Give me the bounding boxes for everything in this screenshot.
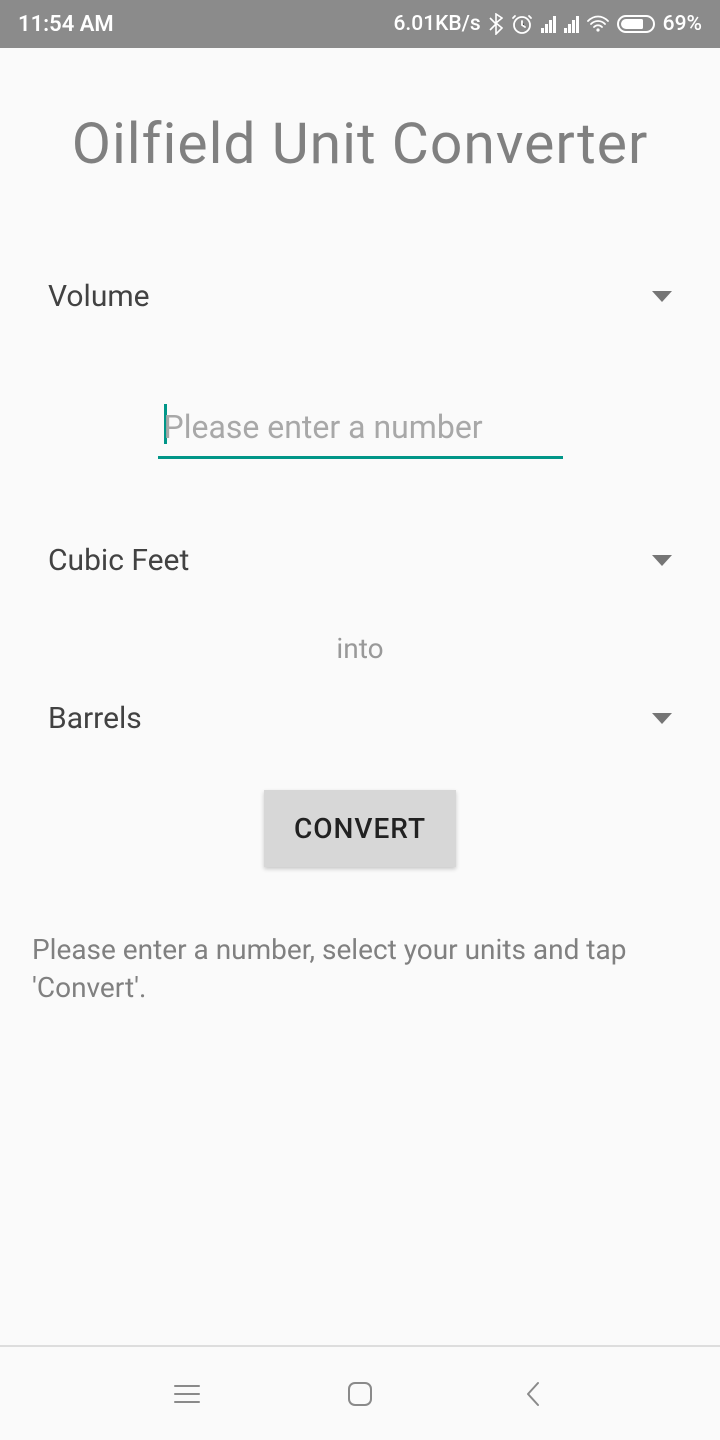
status-bar: 11:54 AM 6.01KB/s 69%: [0, 0, 720, 48]
category-dropdown-value: Volume: [48, 279, 150, 314]
chevron-down-icon: [652, 555, 672, 566]
bluetooth-icon: [489, 13, 503, 35]
page-title: Oilfield Unit Converter: [48, 110, 672, 177]
category-dropdown[interactable]: Volume: [48, 273, 672, 320]
main-content: Oilfield Unit Converter Volume Cubic Fee…: [0, 110, 720, 1007]
chevron-down-icon: [652, 291, 672, 302]
alarm-icon: [511, 13, 533, 35]
from-unit-value: Cubic Feet: [48, 543, 189, 578]
status-data-rate: 6.01KB/s: [393, 12, 480, 36]
signal-icon: [541, 15, 556, 33]
status-right: 6.01KB/s 69%: [393, 12, 702, 36]
into-label: into: [48, 632, 672, 665]
wifi-icon: [587, 15, 609, 33]
status-time: 11:54 AM: [18, 12, 114, 37]
to-unit-dropdown[interactable]: Barrels: [48, 695, 672, 742]
signal-icon-2: [564, 15, 579, 33]
chevron-down-icon: [652, 713, 672, 724]
from-unit-dropdown[interactable]: Cubic Feet: [48, 537, 672, 584]
navigation-bar: [0, 1345, 720, 1440]
battery-icon: [617, 15, 655, 33]
back-button[interactable]: [518, 1379, 548, 1409]
status-battery-pct: 69%: [663, 12, 702, 36]
convert-button[interactable]: CONVERT: [264, 790, 456, 867]
number-input[interactable]: [158, 398, 563, 459]
helper-text: Please enter a number, select your units…: [32, 931, 672, 1007]
recent-apps-button[interactable]: [172, 1379, 202, 1409]
to-unit-value: Barrels: [48, 701, 142, 736]
number-input-container: [48, 398, 672, 459]
home-button[interactable]: [345, 1379, 375, 1409]
